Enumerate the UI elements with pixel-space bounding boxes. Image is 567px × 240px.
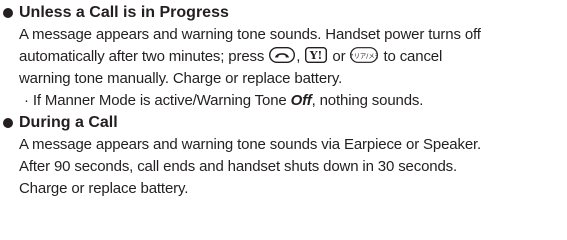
paragraph-line-with-keys: automatically after two minutes; press ,… [2,46,565,68]
note-line: · If Manner Mode is active/Warning Tone … [2,90,565,112]
note-text: · If Manner Mode is active/Warning Tone [24,92,287,109]
end-call-key-icon [269,47,296,63]
bullet-icon [3,8,13,18]
section-heading: Unless a Call is in Progress [2,2,565,24]
text-run: to cancel [383,48,443,65]
note-text: , nothing sounds. [311,92,424,109]
yahoo-key-label: Y! [309,49,322,62]
note-emphasis: Off [290,92,312,109]
section-during-call: During a Call A message appears and warn… [2,112,565,200]
clear-memo-key-icon: クリア/メモ [350,47,378,63]
paragraph-line: After 90 seconds, call ends and handset … [19,158,458,175]
clear-memo-key-label: クリア/メモ [350,52,378,60]
paragraph-line: Charge or replace battery. [19,180,189,197]
heading-text: Unless a Call is in Progress [19,4,229,21]
text-run: automatically after two minutes; press [19,48,265,65]
yahoo-key-icon: Y! [305,47,328,63]
section-no-call: Unless a Call is in Progress A message a… [2,2,565,112]
text-run: , [296,48,301,65]
paragraph-line: A message appears and warning tone sound… [19,136,482,153]
section-heading: During a Call [2,112,565,134]
heading-text: During a Call [19,114,118,131]
text-run: or [332,48,346,65]
paragraph-line: warning tone manually. Charge or replace… [19,70,343,87]
paragraph-line: A message appears and warning tone sound… [19,26,481,43]
manual-page: Unless a Call is in Progress A message a… [2,2,565,200]
bullet-icon [3,118,13,128]
